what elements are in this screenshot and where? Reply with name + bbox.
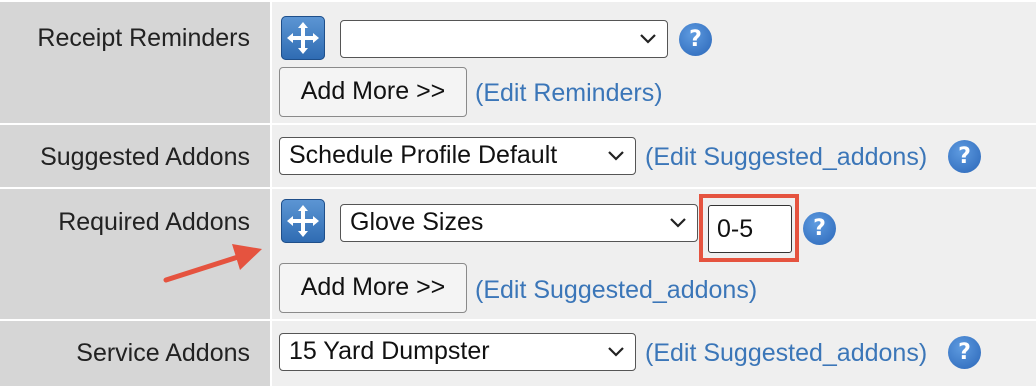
service-addons-select[interactable]: 15 Yard Dumpster bbox=[279, 333, 636, 371]
required-addons-select[interactable]: Glove Sizes bbox=[340, 204, 698, 242]
edit-reminders-link[interactable]: (Edit Reminders) bbox=[475, 79, 663, 108]
suggested-addons-label: Suggested Addons bbox=[40, 143, 250, 171]
service-addons-select-value: 15 Yard Dumpster bbox=[289, 337, 490, 365]
add-more-reminders-button[interactable]: Add More >> bbox=[279, 67, 467, 117]
chevron-down-icon bbox=[670, 218, 686, 228]
annotation-arrow bbox=[163, 244, 262, 283]
row-divider bbox=[0, 319, 1036, 321]
service-addons-label: Service Addons bbox=[76, 339, 250, 367]
row-divider bbox=[0, 123, 1036, 125]
suggested-addons-select-value: Schedule Profile Default bbox=[289, 141, 558, 169]
quantity-input[interactable]: 0-5 bbox=[708, 205, 792, 253]
label-column bbox=[0, 0, 270, 386]
column-divider bbox=[270, 0, 272, 386]
help-icon[interactable]: ? bbox=[948, 336, 981, 369]
reminder-select[interactable] bbox=[340, 20, 668, 58]
help-icon[interactable]: ? bbox=[803, 212, 836, 245]
chevron-down-icon bbox=[608, 347, 624, 357]
required-addons-label: Required Addons bbox=[58, 208, 250, 236]
help-icon[interactable]: ? bbox=[948, 140, 981, 173]
drag-move-icon[interactable] bbox=[281, 16, 325, 60]
required-addons-select-value: Glove Sizes bbox=[350, 208, 484, 236]
row-divider bbox=[0, 187, 1036, 189]
chevron-down-icon bbox=[608, 151, 624, 161]
edit-suggested-addons-link[interactable]: (Edit Suggested_addons) bbox=[645, 143, 927, 172]
chevron-down-icon bbox=[640, 34, 656, 44]
receipt-reminders-label: Receipt Reminders bbox=[37, 24, 250, 52]
edit-suggested-addons-link[interactable]: (Edit Suggested_addons) bbox=[645, 339, 927, 368]
drag-move-icon[interactable] bbox=[281, 199, 325, 243]
help-icon[interactable]: ? bbox=[679, 23, 712, 56]
edit-suggested-addons-link[interactable]: (Edit Suggested_addons) bbox=[475, 276, 757, 305]
suggested-addons-select[interactable]: Schedule Profile Default bbox=[279, 137, 636, 175]
add-more-addons-button[interactable]: Add More >> bbox=[279, 263, 467, 313]
row-divider bbox=[0, 0, 1036, 2]
